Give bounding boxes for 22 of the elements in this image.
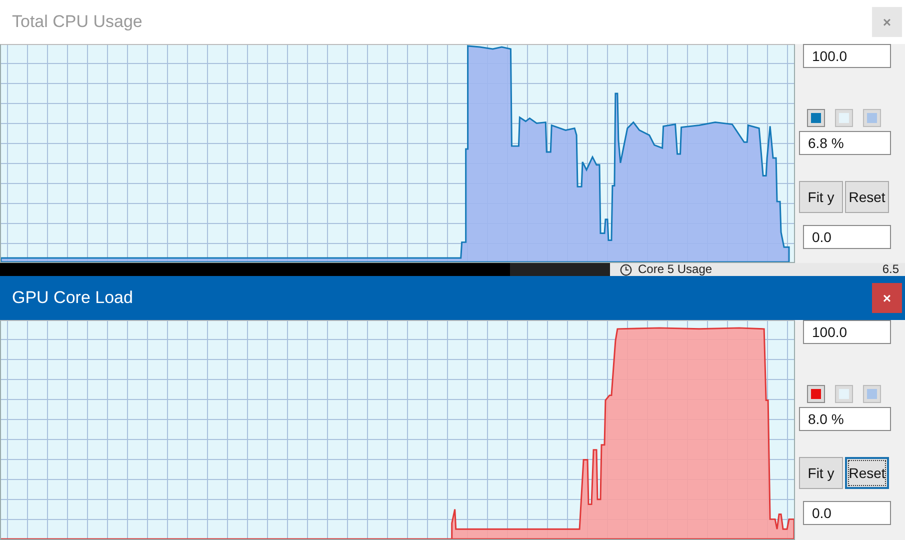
window-title: GPU Core Load xyxy=(11,288,133,308)
color-swatch[interactable] xyxy=(807,385,825,403)
plot-button[interactable]: Fit y xyxy=(799,457,843,489)
row-label: Core 5 Usage xyxy=(638,263,712,276)
color-swatch[interactable] xyxy=(835,385,853,403)
plot-button[interactable]: Fit y xyxy=(799,181,843,213)
color-swatch[interactable] xyxy=(807,109,825,127)
close-button[interactable]: × xyxy=(872,283,902,313)
value-field[interactable]: 8.0 % xyxy=(799,407,891,431)
min-field[interactable]: 0.0 xyxy=(803,501,891,525)
plot-button[interactable]: Reset xyxy=(845,181,889,213)
plot-button[interactable]: Reset xyxy=(845,457,889,489)
max-field[interactable]: 100.0 xyxy=(803,44,891,68)
color-swatch[interactable] xyxy=(863,385,881,403)
color-swatch[interactable] xyxy=(863,109,881,127)
value-field[interactable]: 6.8 % xyxy=(799,131,891,155)
row-value: 6.5 xyxy=(882,263,899,276)
min-field[interactable]: 0.0 xyxy=(803,225,891,249)
max-field[interactable]: 100.0 xyxy=(803,320,891,344)
clock-icon xyxy=(620,264,632,276)
window-title: Total CPU Usage xyxy=(11,12,142,32)
color-swatch[interactable] xyxy=(835,109,853,127)
